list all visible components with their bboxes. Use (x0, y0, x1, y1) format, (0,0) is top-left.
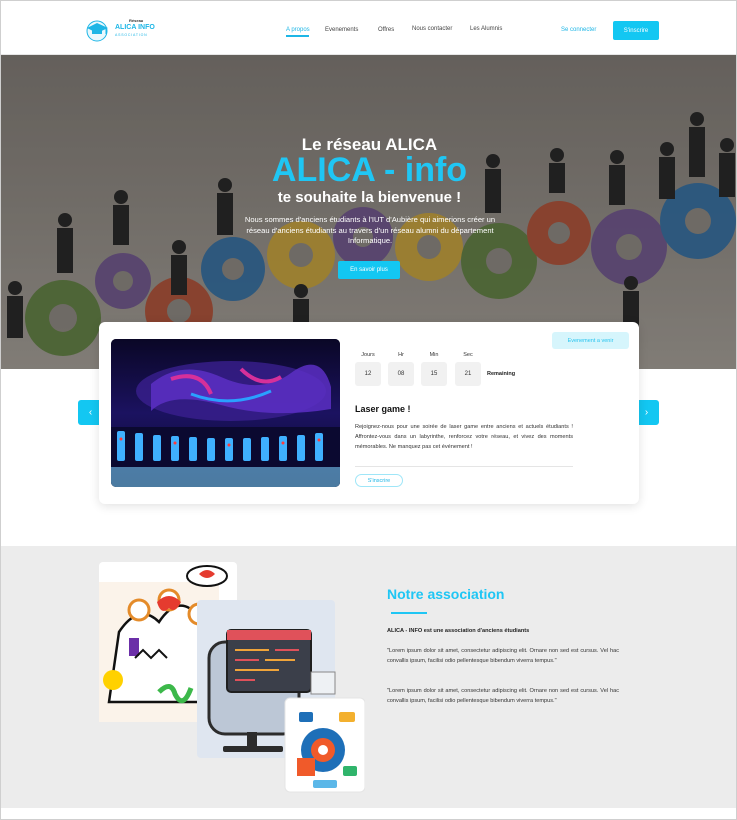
nav-link-evenements[interactable]: Evenements (325, 27, 358, 33)
nav-link-les-alumnis[interactable]: Les Alumnis (470, 26, 502, 32)
logo-top-text: Réseau (129, 18, 144, 23)
nav-active-underline (286, 35, 309, 37)
event-divider (355, 466, 573, 467)
chevron-left-icon: ‹ (88, 407, 93, 418)
countdown-days-value: 12 (355, 362, 381, 386)
nav-link-offres[interactable]: Offres (378, 27, 394, 33)
hero-title-brand: ALICA - info (271, 151, 468, 189)
event-description: Rejoignez-nous pour une soirée de laser … (355, 424, 573, 450)
laser-game-photo (111, 339, 340, 487)
event-card: Evenement a venir Jours Hr Min Sec 12 08… (99, 322, 639, 504)
page: Réseau ALICA INFO ASSOCIATION A propos E… (0, 0, 737, 820)
logo[interactable]: Réseau ALICA INFO ASSOCIATION (85, 18, 161, 42)
login-button[interactable]: Se connecter (561, 27, 596, 33)
association-section: Notre association ALICA - INFO est une a… (1, 546, 736, 808)
countdown-hours-value: 08 (388, 362, 414, 386)
association-title: Notre association (387, 586, 505, 602)
association-lead: ALICA - INFO est une association d'ancie… (387, 628, 530, 634)
logo-subtitle: ASSOCIATION (115, 33, 148, 37)
association-title-rule-gap (387, 612, 391, 614)
event-title: Laser game ! (355, 404, 411, 414)
event-register-button[interactable]: S'inscrire (355, 474, 403, 487)
association-title-rule (387, 612, 427, 614)
nav-link-a-propos[interactable]: A propos (286, 27, 310, 33)
countdown-days-label: Jours (361, 352, 375, 358)
footer-strip (1, 808, 736, 819)
countdown-remaining-label: Remaining (487, 371, 516, 377)
countdown-seconds-value: 21 (455, 362, 481, 386)
hero-description: Nous sommes d'anciens étudiants à l'IUT … (244, 215, 496, 245)
logo-wordmark: ALICA INFO (115, 24, 155, 31)
countdown-minutes-label: Min (429, 352, 439, 358)
learn-more-button[interactable]: En savoir plus (338, 261, 400, 279)
graduation-cap-icon (86, 20, 108, 42)
chevron-right-icon: › (644, 407, 649, 418)
nav-link-nous-contacter[interactable]: Nous contacter (412, 26, 452, 32)
association-paragraph-2: "Lorem ipsum dolor sit amet, consectetur… (387, 688, 619, 704)
navbar: Réseau ALICA INFO ASSOCIATION A propos E… (1, 1, 736, 55)
countdown-hours-label: Hr (398, 352, 404, 358)
countdown-minutes-value: 15 (421, 362, 447, 386)
event-image (111, 339, 340, 487)
upcoming-event-badge: Evenement a venir (552, 332, 629, 349)
association-illustration (99, 562, 365, 793)
signup-button[interactable]: S'inscrire (613, 21, 659, 40)
association-paragraph-1: "Lorem ipsum dolor sit amet, consectetur… (387, 648, 619, 664)
hero-title-welcome: te souhaite la bienvenue ! (277, 189, 462, 206)
countdown-seconds-label: Sec (463, 352, 473, 358)
